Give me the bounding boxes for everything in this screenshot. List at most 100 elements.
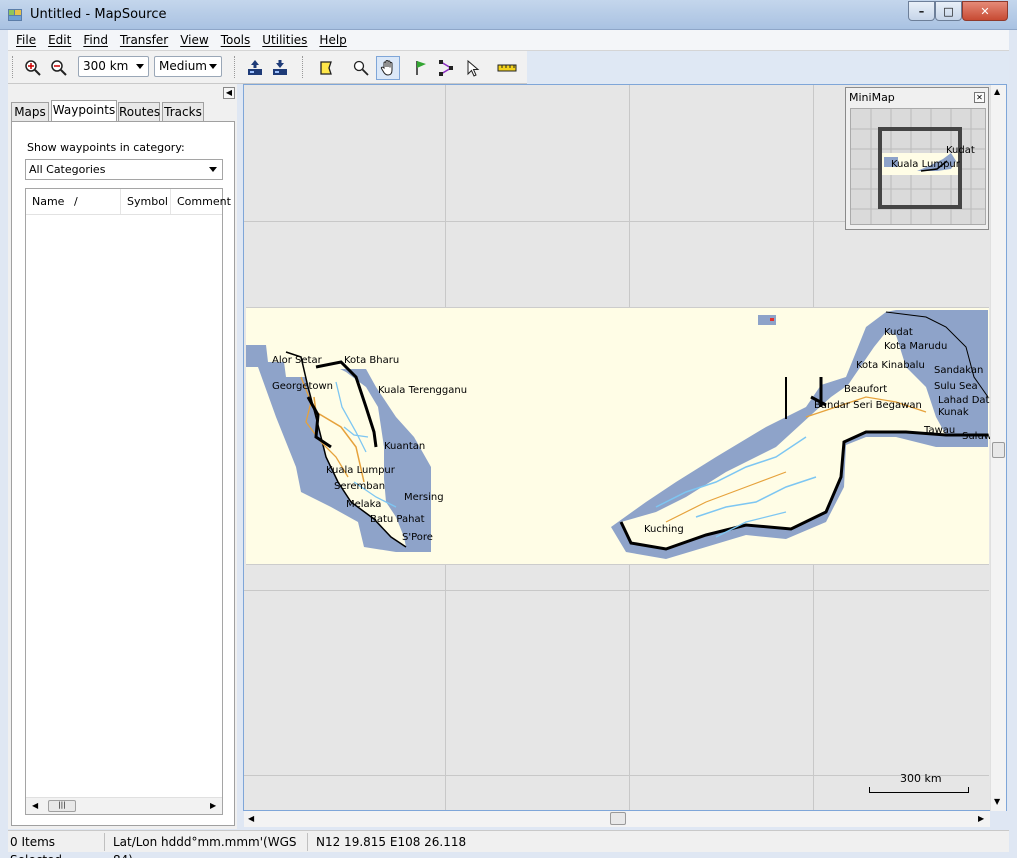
map-horizontal-scrollbar[interactable]: ◀ ▶ [244, 811, 990, 827]
route-icon [439, 60, 453, 76]
city-label[interactable]: Suluw [962, 431, 992, 442]
triangle-left-icon: ◀ [225, 88, 233, 97]
category-label: Show waypoints in category: [27, 141, 185, 154]
zoom-scale-value: 300 km [83, 59, 129, 73]
city-label[interactable]: Seremban [334, 481, 385, 492]
city-label[interactable]: Sulu Sea [934, 381, 978, 392]
minimap-close-button[interactable]: ✕ [974, 92, 985, 103]
map-vertical-scrollbar[interactable]: ▲ ▼ [990, 85, 1006, 811]
minimize-button[interactable]: – [908, 1, 935, 21]
ruler-icon [497, 64, 517, 72]
city-label[interactable]: Batu Pahat [370, 514, 425, 525]
tab-maps[interactable]: Maps [11, 102, 49, 122]
status-coordinate-format: Lat/Lon hddd°mm.mmm'(WGS 84) [105, 832, 308, 858]
zoom-tool-icon [353, 60, 369, 76]
malaysia-map [246, 310, 989, 559]
city-label[interactable]: Kota Marudu [884, 341, 947, 352]
city-label[interactable]: Mersing [404, 492, 444, 503]
scroll-right-icon[interactable]: ▶ [210, 801, 216, 810]
route-tool-button[interactable] [436, 57, 458, 79]
window-title: Untitled - MapSource [30, 7, 167, 22]
map-detail-select[interactable]: Medium [154, 56, 222, 77]
menu-file[interactable]: File [10, 30, 42, 50]
column-name[interactable]: Name / [26, 189, 121, 214]
chevron-down-icon [209, 167, 217, 172]
map-select-icon [320, 61, 332, 75]
map-select-tool-button[interactable] [315, 57, 337, 79]
city-label[interactable]: Tawau [924, 425, 955, 436]
tab-tracks[interactable]: Tracks [162, 102, 204, 122]
minimap-view[interactable]: Kudat Kuala Lumpur [850, 108, 986, 225]
city-label[interactable]: Kuching [644, 524, 684, 535]
city-label[interactable]: Bandar Seri Begawan [814, 400, 922, 411]
status-cursor-position: N12 19.815 E108 26.118 [316, 834, 467, 849]
city-label[interactable]: Beaufort [844, 384, 887, 395]
menu-view[interactable]: View [174, 30, 214, 50]
scroll-right-icon[interactable]: ▶ [978, 814, 984, 823]
send-to-device-icon [273, 60, 287, 75]
chevron-down-icon [209, 64, 217, 69]
city-label[interactable]: Alor Setar [272, 355, 322, 366]
header-divider [26, 214, 222, 215]
distance-tool-button[interactable] [496, 57, 518, 79]
zoom-scale-select[interactable]: 300 km [78, 56, 149, 77]
menu-utilities[interactable]: Utilities [256, 30, 313, 50]
menu-transfer[interactable]: Transfer [114, 30, 174, 50]
list-horizontal-scrollbar[interactable]: ◀ ||| ▶ [26, 797, 222, 814]
toolbar-grip[interactable] [302, 56, 305, 78]
column-comment[interactable]: Comment [171, 189, 231, 214]
scroll-down-icon[interactable]: ▼ [994, 797, 1000, 806]
hand-tool-button[interactable] [376, 56, 400, 80]
waypoint-tool-button[interactable] [410, 57, 432, 79]
city-label[interactable]: Kuala Lumpur [326, 465, 395, 476]
city-label[interactable]: Lahad Datu [938, 395, 996, 406]
vertical-scroll-thumb[interactable] [992, 442, 1005, 458]
city-label[interactable]: Kunak [938, 407, 969, 418]
city-label[interactable]: Kudat [884, 327, 913, 338]
close-button[interactable]: ✕ [962, 1, 1008, 21]
menu-tools[interactable]: Tools [215, 30, 257, 50]
zoom-in-icon [25, 60, 41, 76]
map-detail-value: Medium [159, 59, 207, 73]
menu-find[interactable]: Find [77, 30, 114, 50]
city-label[interactable]: Kota Kinabalu [856, 360, 925, 371]
category-select[interactable]: All Categories [25, 159, 223, 180]
zoom-out-button[interactable] [48, 57, 70, 79]
status-selected: 0 Items Selected [8, 832, 105, 858]
toolbar-grip[interactable] [12, 56, 15, 78]
maximize-icon: □ [943, 4, 954, 18]
zoom-tool-button[interactable] [350, 57, 372, 79]
menu-help[interactable]: Help [313, 30, 352, 50]
list-scroll-thumb[interactable]: ||| [48, 800, 76, 812]
city-label[interactable]: Georgetown [272, 381, 333, 392]
arrow-pointer-icon [467, 59, 480, 77]
city-label[interactable]: Kuala Terengganu [378, 385, 467, 396]
mapsource-app-icon[interactable] [7, 7, 23, 23]
city-label[interactable]: Kota Bharu [344, 355, 399, 366]
horizontal-scroll-thumb[interactable] [610, 812, 626, 825]
city-label[interactable]: Sandakan [934, 365, 983, 376]
maximize-button[interactable]: □ [935, 1, 962, 21]
scroll-up-icon[interactable]: ▲ [994, 87, 1000, 96]
city-label[interactable]: Melaka [346, 499, 381, 510]
column-symbol[interactable]: Symbol [121, 189, 171, 214]
scroll-left-icon[interactable]: ◀ [32, 801, 38, 810]
receive-from-device-button[interactable] [244, 57, 266, 79]
tab-routes[interactable]: Routes [118, 102, 160, 122]
menu-edit[interactable]: Edit [42, 30, 77, 50]
city-label[interactable]: S'Pore [402, 532, 433, 543]
tab-waypoints[interactable]: Waypoints [51, 100, 117, 123]
select-tool-button[interactable] [462, 57, 484, 79]
scroll-left-icon[interactable]: ◀ [248, 814, 254, 823]
zoom-in-button[interactable] [22, 57, 44, 79]
send-to-device-button[interactable] [269, 57, 291, 79]
grid-line [244, 590, 989, 591]
waypoint-list[interactable]: Name / Symbol Comment ◀ ||| ▶ [25, 188, 231, 815]
panel-collapse-button[interactable]: ◀ [223, 87, 235, 99]
flag-icon [416, 61, 426, 75]
close-icon: ✕ [976, 93, 983, 102]
toolbar-grip[interactable] [234, 56, 237, 78]
minimap-label: Kudat [946, 145, 975, 156]
minimap-window[interactable]: MiniMap ✕ Kudat Kuala Lumpur [845, 87, 989, 230]
city-label[interactable]: Kuantan [384, 441, 425, 452]
